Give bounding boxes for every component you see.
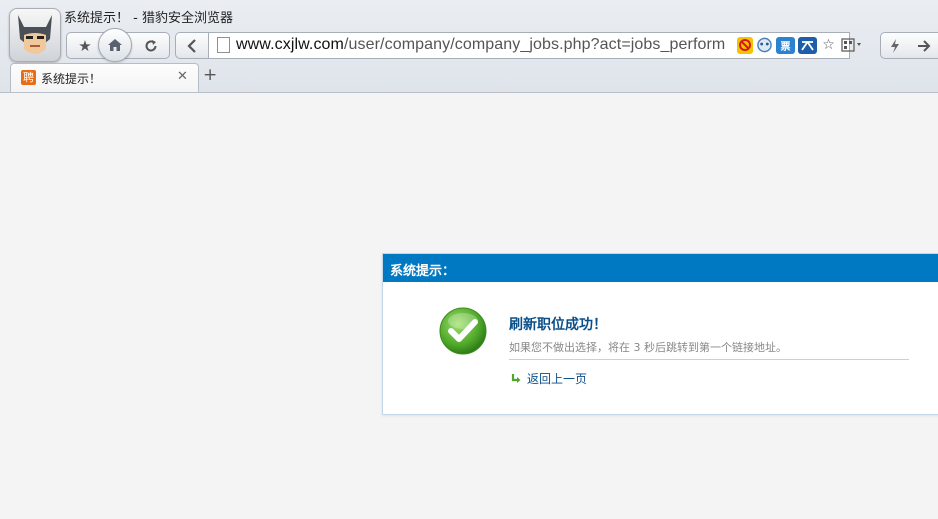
home-button[interactable] <box>98 28 132 62</box>
browser-logo-icon[interactable] <box>9 8 61 62</box>
translate-icon[interactable] <box>756 37 773 54</box>
right-toolbar <box>880 32 938 59</box>
back-button[interactable] <box>175 32 208 59</box>
close-icon[interactable]: ✕ <box>177 69 188 84</box>
favorite-icon[interactable]: ☆ <box>820 37 837 54</box>
message-subtitle: 如果您不做出选择，将在 3 秒后跳转到第一个链接地址。 <box>509 341 787 354</box>
tab-favicon: 聘 <box>21 70 36 85</box>
ticket-icon[interactable]: 票 <box>776 36 795 54</box>
lightning-icon <box>891 38 899 53</box>
address-bar-icons: 票 ☆ <box>737 36 866 54</box>
home-icon <box>108 39 122 51</box>
url-host: www.cxjlw.com <box>236 36 344 53</box>
refresh-button[interactable] <box>135 33 167 58</box>
message-title: 刷新职位成功！ <box>509 317 607 333</box>
new-tab-button[interactable]: + <box>203 65 217 85</box>
bookmark-button[interactable]: ★ <box>69 33 101 58</box>
tab-system-notice[interactable]: 聘 系统提示！ ✕ <box>10 63 199 92</box>
reader-icon[interactable] <box>798 36 817 54</box>
adblock-icon[interactable] <box>737 36 753 54</box>
forward-button[interactable] <box>910 33 938 58</box>
tab-title: 系统提示！ <box>41 72 102 86</box>
back-arrow-icon <box>187 38 196 53</box>
system-notice-dialog: 系统提示： 刷新职位成功！ 如果您不做出选择，将在 3 秒后跳转到第一个链接地址… <box>382 253 938 415</box>
plus-icon: + <box>203 65 218 85</box>
url-path: /user/company/company_jobs.php?act=jobs_… <box>343 36 726 53</box>
qr-code-icon[interactable] <box>840 37 866 54</box>
ticket-label: 票 <box>780 41 791 53</box>
dialog-header: 系统提示： <box>383 254 938 282</box>
back-link-label: 返回上一页 <box>527 372 588 386</box>
forward-arrow-icon <box>918 39 931 52</box>
window-title: 系统提示！ - 猎豹安全浏览器 <box>64 11 233 26</box>
success-check-icon <box>438 306 488 356</box>
return-arrow-icon <box>511 374 521 383</box>
divider <box>509 359 909 360</box>
browser-chrome: 系统提示！ - 猎豹安全浏览器 ★ www.cxjlw.com/user/com… <box>0 0 938 93</box>
star-icon: ★ <box>78 36 92 55</box>
page-icon <box>217 37 230 53</box>
speedup-button[interactable] <box>881 33 909 58</box>
url-text[interactable]: www.cxjlw.com/user/company/company_jobs.… <box>236 36 725 54</box>
dialog-title: 系统提示： <box>390 264 456 279</box>
back-link[interactable]: 返回上一页 <box>511 370 587 387</box>
refresh-icon <box>145 39 157 51</box>
